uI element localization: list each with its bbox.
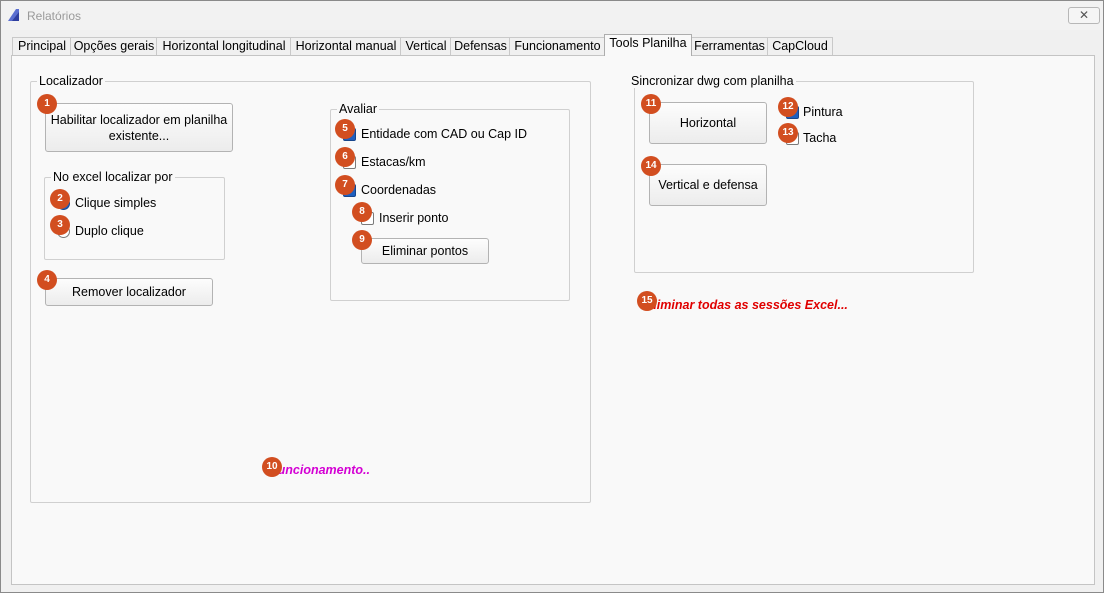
callout-badge-15: 15: [637, 291, 657, 311]
callout-badge-10: 10: [262, 457, 282, 477]
tab-horizontal-longitudinal[interactable]: Horizontal longitudinal: [156, 37, 292, 55]
eliminar-pontos-button[interactable]: Eliminar pontos: [361, 238, 489, 264]
tab-principal[interactable]: Principal: [12, 37, 72, 55]
avaliar-title: Avaliar: [337, 102, 379, 116]
tools-planilha-panel: Localizador Habilitar localizador em pla…: [11, 55, 1095, 585]
duplo-clique-label: Duplo clique: [75, 224, 144, 238]
callout-badge-9: 9: [352, 230, 372, 250]
callout-badge-5: 5: [335, 119, 355, 139]
horizontal-button[interactable]: Horizontal: [649, 102, 767, 144]
clique-simples-label: Clique simples: [75, 196, 157, 210]
sincronizar-title: Sincronizar dwg com planilha: [629, 74, 796, 88]
callout-badge-1: 1: [37, 94, 57, 114]
callout-badge-13: 13: [778, 123, 798, 143]
inserir-ponto-label: Inserir ponto: [379, 211, 449, 225]
close-button[interactable]: ✕: [1068, 7, 1100, 24]
title-bar: Relatórios ✕: [1, 1, 1103, 30]
tab-defensas[interactable]: Defensas: [450, 37, 511, 55]
habilitar-localizador-button[interactable]: Habilitar localizador em planilha existe…: [45, 103, 233, 152]
entidade-label: Entidade com CAD ou Cap ID: [361, 127, 528, 141]
vertical-defensa-button[interactable]: Vertical e defensa: [649, 164, 767, 206]
window-title: Relatórios: [27, 9, 82, 23]
tab-vertical[interactable]: Vertical: [400, 37, 452, 55]
relatorios-window: Relatórios ✕ Principal Opções gerais Hor…: [0, 0, 1104, 593]
tab-opcoes-gerais[interactable]: Opções gerais: [70, 37, 158, 55]
callout-badge-14: 14: [641, 156, 661, 176]
callout-badge-3: 3: [50, 215, 70, 235]
funcionamento-link[interactable]: Funcionamento..: [270, 463, 370, 477]
callout-badge-6: 6: [335, 147, 355, 167]
callout-badge-4: 4: [37, 270, 57, 290]
coordenadas-label: Coordenadas: [361, 183, 437, 197]
callout-badge-12: 12: [778, 97, 798, 117]
app-logo-icon: [8, 9, 19, 21]
callout-badge-2: 2: [50, 189, 70, 209]
no-excel-group: No excel localizar por: [44, 170, 225, 260]
no-excel-title: No excel localizar por: [51, 170, 175, 184]
tab-tools-planilha[interactable]: Tools Planilha: [604, 34, 692, 56]
remover-localizador-button[interactable]: Remover localizador: [45, 278, 213, 306]
tab-funcionamento[interactable]: Funcionamento: [509, 37, 606, 55]
tab-capcloud[interactable]: CapCloud: [767, 37, 833, 55]
tab-horizontal-manual[interactable]: Horizontal manual: [290, 37, 402, 55]
callout-badge-7: 7: [335, 175, 355, 195]
tacha-label: Tacha: [803, 131, 837, 145]
localizador-title: Localizador: [37, 74, 105, 88]
estacas-label: Estacas/km: [361, 155, 426, 169]
callout-badge-11: 11: [641, 94, 661, 114]
tab-ferramentas[interactable]: Ferramentas: [690, 37, 769, 55]
callout-badge-8: 8: [352, 202, 372, 222]
pintura-label: Pintura: [803, 105, 843, 119]
eliminar-sessoes-link[interactable]: Eliminar todas as sessões Excel...: [645, 298, 848, 312]
